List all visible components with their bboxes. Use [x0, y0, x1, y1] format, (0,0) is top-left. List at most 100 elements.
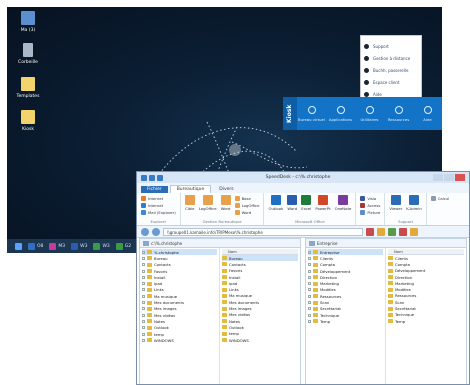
- ribbon-button[interactable]: LogOffice: [234, 202, 259, 209]
- list-item[interactable]: WINDOWS: [222, 337, 298, 343]
- expand-icon[interactable]: [308, 256, 311, 260]
- expand-icon[interactable]: [142, 326, 145, 330]
- expand-icon[interactable]: [142, 269, 145, 273]
- taskbar-item[interactable]: M3: [49, 242, 65, 250]
- tree-item[interactable]: Temp: [308, 318, 383, 324]
- expand-icon[interactable]: [142, 288, 145, 292]
- tab-misc[interactable]: Divers: [213, 186, 239, 193]
- expand-icon[interactable]: [308, 250, 311, 254]
- ribbon-button[interactable]: Base: [234, 195, 260, 202]
- expand-icon[interactable]: [142, 301, 145, 305]
- toolbar-button[interactable]: [388, 227, 396, 236]
- ribbon-button[interactable]: Internet: [141, 195, 176, 202]
- folder-icon: [21, 77, 35, 91]
- close-button[interactable]: [455, 174, 465, 181]
- ribbon-button[interactable]: Calcul: [430, 195, 449, 202]
- forward-button[interactable]: [152, 227, 160, 236]
- desktop-icon-trash[interactable]: Corbeille: [11, 43, 45, 65]
- expand-icon[interactable]: [142, 263, 145, 267]
- ribbon-button[interactable]: Cible: [184, 195, 195, 211]
- taskbar-item[interactable]: O8: [28, 242, 43, 250]
- expand-icon[interactable]: [308, 307, 311, 311]
- toolbar-button[interactable]: [399, 227, 407, 236]
- desktop-icon-templates[interactable]: Templates: [11, 77, 45, 99]
- quick-access-toolbar: [141, 174, 163, 181]
- ribbon-button[interactable]: Internet: [141, 202, 176, 209]
- ribbon-button[interactable]: Access: [360, 202, 380, 209]
- onenote-icon: [337, 195, 348, 205]
- folder-icon: [147, 281, 152, 286]
- ribbon: Internet Internet Mail (Explorer) Explor…: [137, 193, 469, 226]
- ribbon-button[interactable]: OneNote: [335, 195, 351, 211]
- expand-icon[interactable]: [142, 282, 145, 286]
- forward-icon[interactable]: [149, 174, 155, 181]
- menu-item-remote[interactable]: Gestion à distance: [364, 52, 418, 64]
- taskbar-item[interactable]: W3: [93, 242, 110, 250]
- expand-icon[interactable]: [142, 250, 145, 254]
- expand-icon[interactable]: [142, 319, 145, 323]
- back-button[interactable]: [141, 227, 149, 236]
- calculator-icon: [430, 196, 436, 201]
- back-icon[interactable]: [141, 174, 147, 181]
- kiosk-button-applications[interactable]: Applications: [326, 97, 355, 130]
- ribbon-button-label: Internet: [148, 203, 164, 208]
- ribbon-button[interactable]: Picture: [360, 209, 380, 216]
- toolbar-button[interactable]: [377, 227, 385, 236]
- maximize-button[interactable]: [444, 174, 454, 181]
- expand-icon[interactable]: [308, 288, 311, 292]
- minimize-button[interactable]: [433, 174, 443, 181]
- tab-file[interactable]: Fichier: [141, 186, 168, 193]
- ribbon-button[interactable]: PowerPt: [315, 195, 331, 211]
- kiosk-button-resources[interactable]: Ressources: [384, 97, 413, 130]
- menu-item-label: Buchh. passerelle: [373, 67, 409, 73]
- list-item[interactable]: Temp: [388, 318, 464, 324]
- expand-icon[interactable]: [142, 338, 145, 342]
- expand-icon[interactable]: [308, 263, 311, 267]
- taskbar-item[interactable]: G2: [115, 242, 131, 250]
- ribbon-button[interactable]: Word: [234, 209, 260, 216]
- expand-icon[interactable]: [308, 275, 311, 279]
- start-button[interactable]: [15, 242, 22, 250]
- expand-icon[interactable]: [142, 313, 145, 317]
- ribbon-button[interactable]: Word: [287, 195, 298, 211]
- expand-icon[interactable]: [308, 269, 311, 273]
- window-titlebar[interactable]: SpeedDesk - c:\%.christophe: [137, 172, 469, 183]
- desktop-icon-kiosk[interactable]: Kiosk: [11, 110, 45, 132]
- expand-icon[interactable]: [142, 256, 145, 260]
- expand-icon[interactable]: [142, 332, 145, 336]
- ribbon-button[interactable]: Word: [220, 195, 231, 211]
- expand-icon[interactable]: [142, 307, 145, 311]
- item-label: Outlook: [154, 325, 169, 331]
- expand-icon[interactable]: [308, 282, 311, 286]
- address-input[interactable]: \\groupe01.kamaile.info\TRIPMeso\%.chris…: [163, 227, 363, 236]
- kiosk-button-help[interactable]: Aide: [413, 97, 442, 130]
- menu-item-support[interactable]: Support: [364, 40, 418, 52]
- toolbar-button[interactable]: [410, 227, 418, 236]
- tab-office[interactable]: Bureautique: [169, 185, 212, 193]
- expand-icon[interactable]: [308, 319, 311, 323]
- kiosk-button-virtual-desktop[interactable]: Bureau virtuel: [297, 97, 326, 130]
- expand-icon[interactable]: [308, 313, 311, 317]
- expand-icon[interactable]: [142, 294, 145, 298]
- ribbon-button[interactable]: Excel: [301, 195, 311, 211]
- menu-item-client-space[interactable]: Espace client: [364, 76, 418, 88]
- desktop-icon-computer[interactable]: Ma (3): [11, 11, 45, 33]
- expand-icon[interactable]: [142, 275, 145, 279]
- kiosk-button-utilities[interactable]: Utilitaires: [355, 97, 384, 130]
- item-label: Clients: [320, 255, 333, 261]
- item-label: Secrétariat: [320, 306, 341, 312]
- ribbon-button[interactable]: Viewer: [389, 195, 402, 211]
- ribbon-button[interactable]: LogOffice: [199, 195, 217, 211]
- menu-item-gateway[interactable]: Buchh. passerelle: [364, 64, 418, 76]
- ribbon-button[interactable]: Mail (Explorer): [141, 209, 176, 216]
- folder-icon: [147, 325, 152, 330]
- ribbon-button[interactable]: Visio: [360, 195, 380, 202]
- expand-icon[interactable]: [308, 294, 311, 298]
- tree-item[interactable]: WINDOWS: [142, 337, 217, 343]
- toolbar-button[interactable]: [366, 227, 374, 236]
- ribbon-button[interactable]: K-Admin: [406, 195, 422, 211]
- logoffice-icon: [234, 203, 240, 208]
- expand-icon[interactable]: [308, 301, 311, 305]
- taskbar-item[interactable]: W3: [71, 242, 87, 250]
- ribbon-button[interactable]: Outlook: [268, 195, 283, 211]
